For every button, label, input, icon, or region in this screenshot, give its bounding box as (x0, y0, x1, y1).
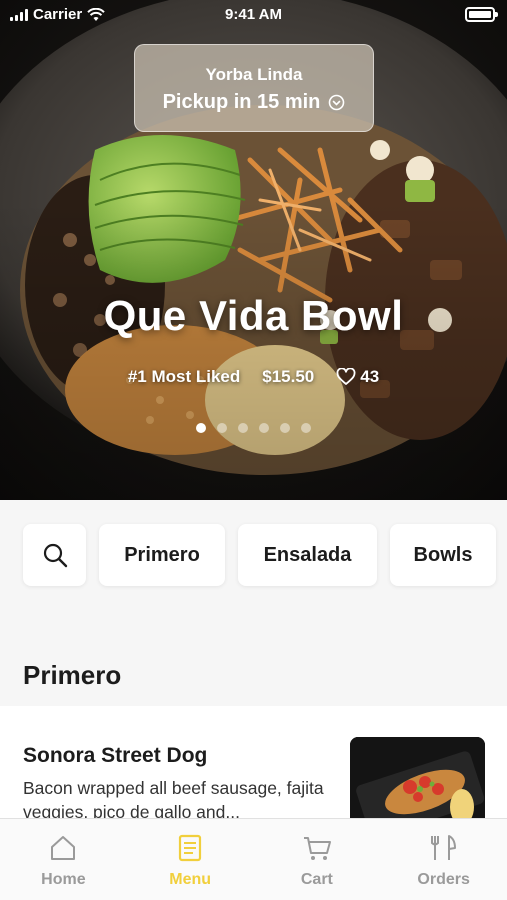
battery-icon (465, 7, 498, 22)
pickup-eta: Pickup in 15 min (162, 91, 321, 113)
tab-orders-label: Orders (417, 871, 470, 888)
menu-item-card[interactable]: Sonora Street Dog Bacon wrapped all beef… (0, 706, 507, 837)
tab-cart[interactable]: Cart (254, 819, 381, 900)
search-button[interactable] (23, 524, 86, 586)
section-title: Primero (23, 660, 122, 690)
category-chip-bowls[interactable]: Bowls (390, 524, 496, 586)
category-chip-primero[interactable]: Primero (99, 524, 225, 586)
carousel-indicator[interactable] (0, 423, 507, 433)
featured-dish-meta: #1 Most Liked $15.50 43 (0, 367, 507, 387)
hero-banner[interactable]: Carrier 9:41 AM Yorba Linda Pickup in 15… (0, 0, 507, 500)
cart-icon (303, 837, 331, 860)
status-time: 9:41 AM (225, 6, 282, 23)
pickup-location: Yorba Linda (205, 65, 303, 84)
tab-bar: Home Menu Cart Orders (0, 818, 507, 900)
tab-menu[interactable]: Menu (127, 819, 254, 900)
likes-count: 43 (336, 367, 379, 387)
tab-orders[interactable]: Orders (380, 819, 507, 900)
category-chip-ensalada[interactable]: Ensalada (238, 524, 377, 586)
tab-menu-label: Menu (169, 871, 212, 888)
dish-price: $15.50 (262, 367, 315, 386)
featured-dish-title: Que Vida Bowl (103, 292, 404, 339)
carousel-dot[interactable] (259, 423, 269, 433)
status-bar: Carrier 9:41 AM (0, 0, 507, 30)
most-liked-badge: #1 Most Liked (127, 367, 241, 386)
search-icon (43, 543, 67, 568)
home-icon (51, 836, 76, 860)
category-chips: Primero Ensalada Bowls (23, 524, 496, 586)
chevron-down-circle-icon (329, 94, 345, 111)
carousel-dot[interactable] (301, 423, 311, 433)
carousel-dot[interactable] (196, 423, 206, 433)
heart-icon (336, 368, 356, 385)
pickup-location-card[interactable]: Yorba Linda Pickup in 15 min (134, 44, 374, 132)
menu-icon (179, 834, 202, 862)
carousel-dot[interactable] (280, 423, 290, 433)
tab-cart-label: Cart (300, 871, 333, 888)
menu-item-description: Bacon wrapped all beef sausage, fajita v… (23, 778, 324, 822)
tab-home[interactable]: Home (0, 819, 127, 900)
menu-item-name: Sonora Street Dog (23, 744, 208, 767)
tab-home-label: Home (41, 871, 86, 888)
carousel-dot[interactable] (217, 423, 227, 433)
likes-value: 43 (360, 367, 380, 386)
carousel-dot[interactable] (238, 423, 248, 433)
orders-icon (430, 835, 456, 860)
